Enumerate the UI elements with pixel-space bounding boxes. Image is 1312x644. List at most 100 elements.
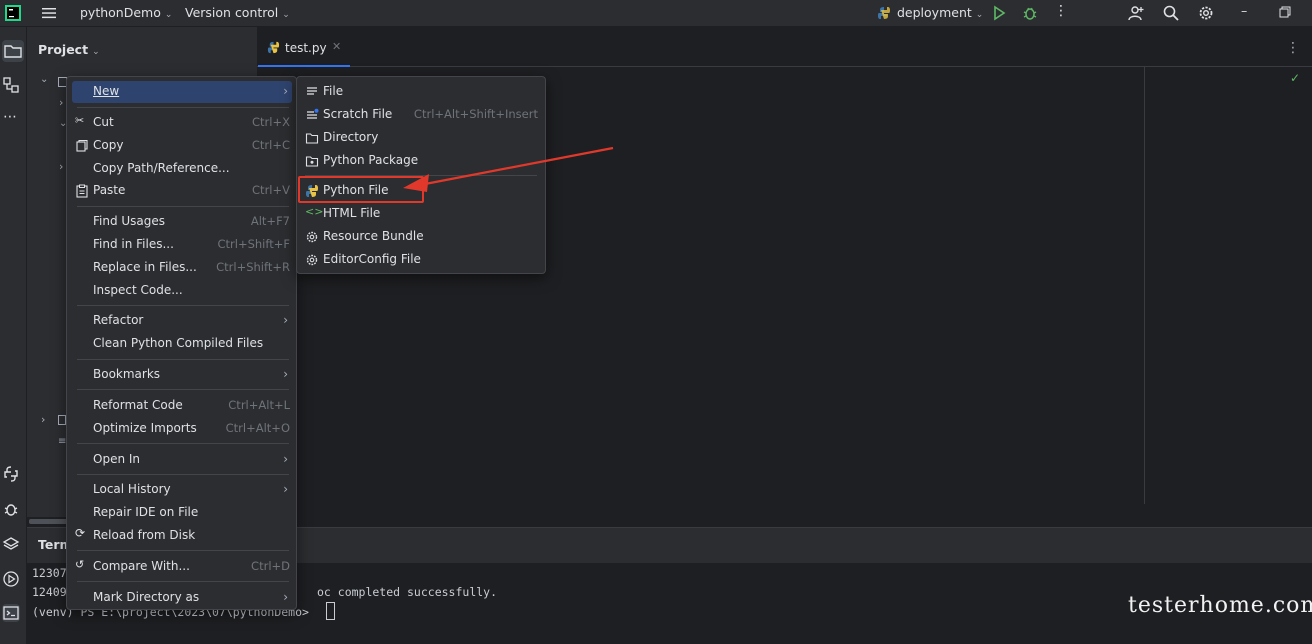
- layers-icon[interactable]: [2, 535, 20, 553]
- menu-item-refactor[interactable]: Refactor ›: [72, 310, 292, 332]
- submenu-item-file[interactable]: File: [301, 81, 541, 103]
- settings-gear-icon[interactable]: [1197, 4, 1215, 22]
- menu-item-copy[interactable]: Copy Ctrl+C: [72, 135, 292, 157]
- terminal-icon[interactable]: [2, 604, 20, 622]
- structure-icon[interactable]: [2, 76, 20, 94]
- menu-item-inspect-code[interactable]: Inspect Code...: [72, 280, 292, 302]
- title-bar: pythonDemo ⌄ Version control ⌄ deployment ⌄…: [0, 0, 1312, 27]
- project-panel-header[interactable]: Project ⌄: [38, 42, 100, 57]
- menu-item-clean-python-compiled[interactable]: Clean Python Compiled Files: [72, 333, 292, 355]
- menu-item-compare-with[interactable]: ↺ Compare With... Ctrl+D: [72, 556, 292, 578]
- menu-item-label: Mark Directory as: [93, 590, 200, 604]
- menu-item-label: Reformat Code: [93, 398, 183, 412]
- menu-item-reformat-code[interactable]: Reformat Code Ctrl+Alt+L: [72, 395, 292, 417]
- more-tool-windows-icon[interactable]: ⋯: [3, 109, 21, 127]
- tree-collapse-chevron-icon[interactable]: ›: [59, 160, 63, 173]
- menu-item-label: Find in Files...: [93, 237, 174, 251]
- search-icon[interactable]: [1162, 4, 1180, 22]
- debug-icon[interactable]: [1021, 4, 1039, 22]
- submenu-arrow-icon: ›: [283, 367, 288, 381]
- minimize-icon[interactable]: –: [1241, 3, 1247, 18]
- menu-item-paste[interactable]: Paste Ctrl+V: [72, 180, 292, 202]
- scratch-file-icon: [307, 108, 319, 119]
- paste-icon: [76, 184, 88, 198]
- add-user-icon[interactable]: [1127, 4, 1145, 22]
- restore-icon[interactable]: [1279, 6, 1291, 18]
- compare-icon: ↺: [75, 558, 85, 571]
- copy-icon: [76, 139, 88, 152]
- run-config-selector[interactable]: deployment ⌄: [897, 5, 983, 20]
- project-name: pythonDemo: [80, 5, 161, 20]
- menu-item-open-in[interactable]: Open In ›: [72, 449, 292, 471]
- menu-item-copy-path[interactable]: Copy Path/Reference...: [72, 158, 292, 180]
- tree-expand-chevron-icon[interactable]: ⌄: [40, 74, 48, 85]
- menu-item-repair-ide[interactable]: Repair IDE on File: [72, 502, 292, 524]
- menu-item-find-usages[interactable]: Find Usages Alt+F7: [72, 211, 292, 233]
- menu-item-optimize-imports[interactable]: Optimize Imports Ctrl+Alt+O: [72, 418, 292, 440]
- menu-item-shortcut: Ctrl+X: [252, 115, 290, 129]
- submenu-item-resource-bundle[interactable]: Resource Bundle: [301, 226, 541, 248]
- tab-test-py[interactable]: test.py ✕: [258, 27, 350, 67]
- tree-collapse-chevron-icon[interactable]: ›: [41, 413, 45, 426]
- more-actions-icon[interactable]: ⋮: [1054, 3, 1068, 19]
- menu-item-shortcut: Ctrl+C: [251, 138, 290, 152]
- editor-options-icon[interactable]: ⋮: [1286, 40, 1300, 56]
- project-selector[interactable]: pythonDemo ⌄: [80, 5, 172, 20]
- menu-item-label: Copy Path/Reference...: [93, 161, 230, 175]
- scissors-icon: ✂: [75, 114, 85, 127]
- menu-item-shortcut: Ctrl+D: [251, 559, 290, 573]
- run-icon[interactable]: [990, 4, 1008, 22]
- menu-item-label: Bookmarks: [93, 367, 161, 381]
- python-icon: [878, 7, 890, 19]
- submenu-item-html-file[interactable]: <> HTML File: [301, 203, 541, 225]
- close-tab-icon[interactable]: ✕: [332, 40, 341, 53]
- menu-item-shortcut: Ctrl+V: [252, 183, 290, 197]
- menu-item-label: Inspect Code...: [93, 283, 183, 297]
- menu-item-local-history[interactable]: Local History ›: [72, 479, 292, 501]
- file-icon: [307, 87, 317, 95]
- menu-item-label: Compare With...: [93, 559, 190, 573]
- menu-item-cut[interactable]: ✂ Cut Ctrl+X: [72, 112, 292, 134]
- reload-icon: ⟳: [75, 526, 86, 540]
- chevron-down-icon: ⌄: [164, 10, 173, 20]
- menu-item-mark-directory-as[interactable]: Mark Directory as ›: [72, 587, 292, 609]
- menu-separator: [77, 550, 289, 551]
- main-menu-icon[interactable]: [40, 4, 58, 22]
- submenu-item-editorconfig-file[interactable]: EditorConfig File: [301, 249, 541, 271]
- tool-window-strip: ⋯: [0, 27, 27, 644]
- menu-item-shortcut: Alt+F7: [250, 214, 290, 228]
- submenu-arrow-icon: ›: [283, 482, 288, 496]
- submenu-item-scratch-file[interactable]: Scratch File Ctrl+Alt+Shift+Insert: [301, 104, 541, 126]
- vcs-label: Version control: [185, 5, 279, 20]
- gear-icon: [306, 254, 318, 266]
- vcs-selector[interactable]: Version control ⌄: [185, 5, 290, 20]
- menu-item-label: Refactor: [93, 313, 144, 327]
- menu-item-reload-from-disk[interactable]: ⟳ Reload from Disk: [72, 525, 292, 547]
- annotation-arrow-icon: [403, 146, 614, 192]
- submenu-item-label: Directory: [323, 130, 379, 144]
- submenu-item-label: Resource Bundle: [323, 229, 424, 243]
- menu-item-label: Repair IDE on File: [93, 505, 199, 519]
- menu-item-label: Find Usages: [93, 214, 166, 228]
- menu-separator: [77, 389, 289, 390]
- menu-separator: [77, 305, 289, 306]
- tree-collapse-chevron-icon[interactable]: ›: [59, 96, 63, 109]
- python-console-icon[interactable]: [2, 465, 20, 483]
- menu-separator: [77, 359, 289, 360]
- menu-item-label: Replace in Files...: [93, 260, 197, 274]
- project-folder-icon[interactable]: [2, 40, 24, 62]
- menu-separator: [77, 443, 289, 444]
- menu-separator: [77, 474, 289, 475]
- terminal-line: oc completed successfully.: [317, 585, 498, 599]
- debug-bug-icon[interactable]: [2, 500, 20, 518]
- terminal-cursor: [326, 602, 335, 620]
- html-icon: <>: [305, 205, 324, 218]
- submenu-item-label: Scratch File: [323, 107, 393, 121]
- menu-item-label: Local History: [93, 482, 171, 496]
- menu-item-replace-in-files[interactable]: Replace in Files... Ctrl+Shift+R: [72, 257, 292, 279]
- menu-item-bookmarks[interactable]: Bookmarks ›: [72, 364, 292, 386]
- menu-item-new[interactable]: New ›: [72, 81, 292, 103]
- services-run-icon[interactable]: [2, 570, 20, 588]
- menu-item-find-in-files[interactable]: Find in Files... Ctrl+Shift+F: [72, 234, 292, 256]
- inspection-ok-check-icon[interactable]: ✓: [1290, 71, 1300, 85]
